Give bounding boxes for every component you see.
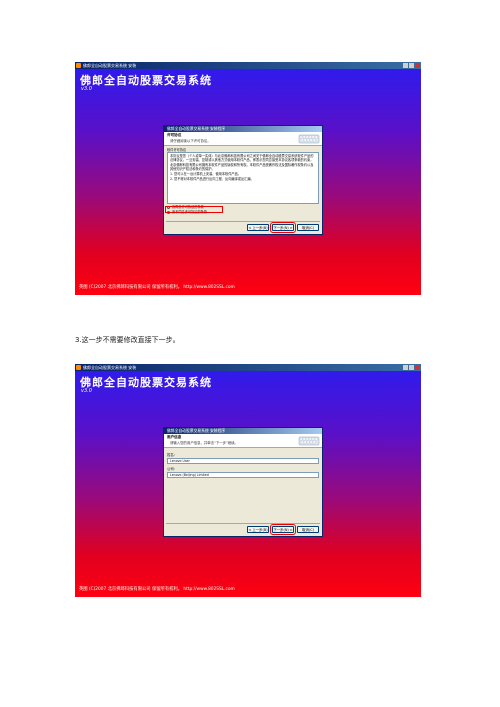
window-title: 佛郎全自动股票交易系统 安装 [83, 63, 137, 68]
app-title: 佛郎全自动股票交易系统 [80, 376, 212, 389]
window-controls [403, 63, 420, 68]
back-button[interactable]: < 上一步(B) [247, 224, 269, 231]
maximize-icon[interactable] [409, 365, 414, 370]
installer-screenshot-userinfo: 佛郎全自动股票交易系统 安装 佛郎全自动股票交易系统 v3.0 佛郎全自动股票交… [75, 364, 421, 597]
name-label: 姓名: [167, 453, 175, 457]
window-title: 佛郎全自动股票交易系统 安装 [83, 365, 137, 370]
app-version: v3.0 [81, 86, 92, 92]
dialog-header-subtitle: 请仔细阅读以下许可协议。 [170, 139, 211, 143]
dialog-separator [166, 523, 320, 524]
window-controls [403, 365, 420, 370]
minimize-icon[interactable] [403, 365, 408, 370]
back-button[interactable]: < 上一步(B) [247, 526, 269, 533]
maximize-icon[interactable] [409, 63, 414, 68]
footer-copyright: 英图 (C)2007 北京佛郎科技有限公司 保留所有权利。 http://www… [79, 587, 235, 592]
dialog-header: 许可协议 请仔细阅读以下许可协议。 [164, 132, 322, 146]
license-paragraph: 北京佛郎科技有限公司拥有本软件产品的版权和所有权。本软件产品受著作权法及国际著作… [170, 163, 314, 171]
keyboard-icon [298, 436, 320, 446]
app-icon [76, 365, 81, 370]
cancel-button[interactable]: 取消(C) [297, 224, 319, 231]
dialog-button-row: < 上一步(B) 下一步(N) > 取消(C) [247, 524, 319, 535]
dialog-body: 姓名: Lenovo User 公司: Lenovo (Beijing) Lim… [167, 450, 319, 522]
window-titlebar: 佛郎全自动股票交易系统 安装 [75, 364, 421, 371]
dialog-header: 用户信息 请输入您的用户信息，并单击“下一步”继续。 [164, 434, 322, 448]
app-version: v3.0 [81, 388, 92, 394]
app-title: 佛郎全自动股票交易系统 [80, 74, 212, 87]
company-label: 公司: [167, 467, 175, 471]
app-icon [76, 63, 81, 68]
dialog-header-subtitle: 请输入您的用户信息，并单击“下一步”继续。 [170, 441, 238, 445]
installer-screenshot-license: 佛郎全自动股票交易系统 安装 佛郎全自动股票交易系统 v3.0 佛郎全自动股票交… [75, 62, 421, 295]
highlight-accept-box [165, 206, 223, 213]
minimize-icon[interactable] [403, 63, 408, 68]
company-field[interactable]: Lenovo (Beijing) Limited [167, 472, 319, 478]
next-button[interactable]: 下一步(N) > [270, 524, 296, 535]
step-caption: 3.这一步不需要修改直接下一步。 [75, 336, 180, 344]
close-icon[interactable] [415, 365, 420, 370]
license-text-box[interactable]: 本协议是您（个人或单一实体）与北京佛郎科技有限公司之间关于佛郎全自动股票交易系统… [167, 152, 319, 204]
window-titlebar: 佛郎全自动股票交易系统 安装 [75, 62, 421, 69]
dialog-separator [166, 221, 320, 222]
close-icon[interactable] [415, 63, 420, 68]
name-field[interactable]: Lenovo User [167, 458, 319, 464]
license-paragraph: 2. 您不得对本软件产品进行反向工程、反向编译或反汇编。 [170, 177, 254, 181]
license-paragraph: 1. 您可以在一台计算机上安装、使用本软件产品。 [170, 172, 241, 176]
license-dialog: 佛郎全自动股票交易系统 安装程序 许可协议 请仔细阅读以下许可协议。 软件许可协… [163, 125, 323, 235]
next-button[interactable]: 下一步(N) > [270, 222, 296, 233]
license-paragraph: 本协议是您（个人或单一实体）与北京佛郎科技有限公司之间关于佛郎全自动股票交易系统… [170, 154, 314, 162]
cancel-button[interactable]: 取消(C) [297, 526, 319, 533]
keyboard-icon [298, 134, 320, 144]
dialog-button-row: < 上一步(B) 下一步(N) > 取消(C) [247, 222, 319, 233]
footer-copyright: 英图 (C)2007 北京佛郎科技有限公司 保留所有权利。 http://www… [79, 285, 235, 290]
user-info-dialog: 佛郎全自动股票交易系统 安装程序 用户信息 请输入您的用户信息，并单击“下一步”… [163, 427, 323, 537]
